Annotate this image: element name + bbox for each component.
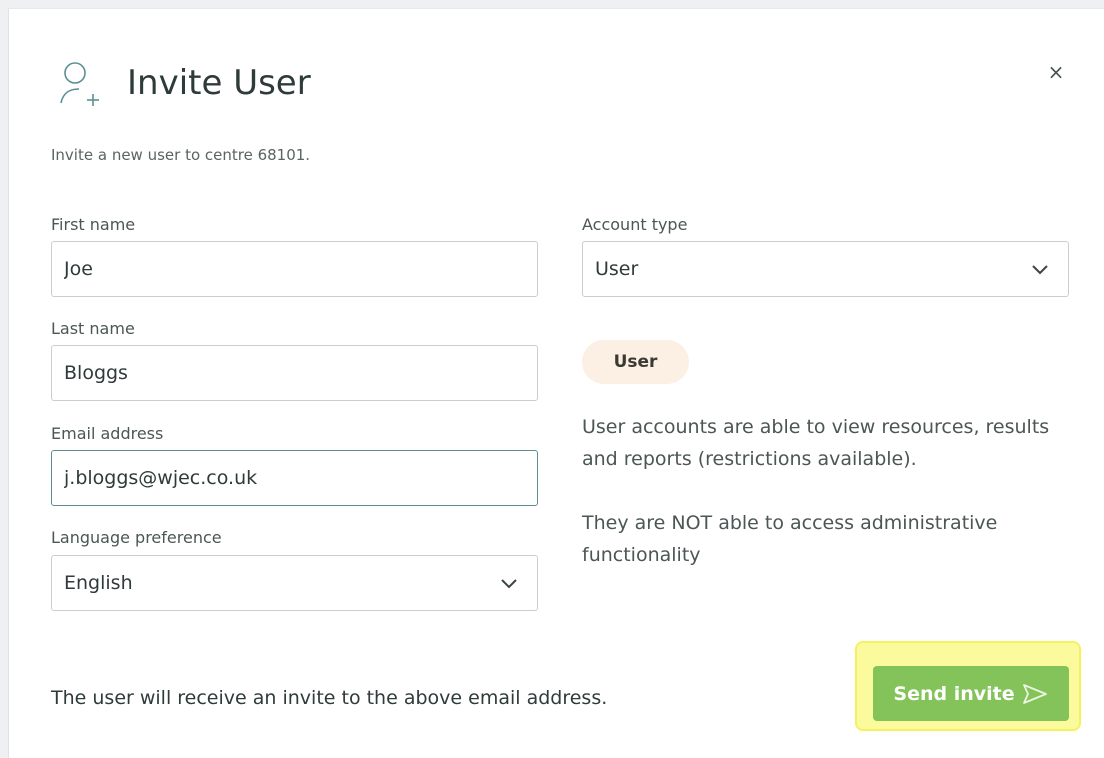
user-plus-icon bbox=[60, 62, 99, 106]
last-name-label: Last name bbox=[51, 319, 135, 338]
dialog-subtitle: Invite a new user to centre 68101. bbox=[51, 146, 311, 164]
send-invite-button[interactable]: Send invite bbox=[873, 666, 1069, 721]
send-icon bbox=[1022, 683, 1047, 704]
invite-note: The user will receive an invite to the a… bbox=[51, 687, 608, 709]
language-value: English bbox=[64, 572, 133, 594]
account-type-value: User bbox=[595, 258, 639, 280]
role-restriction-note: They are NOT able to access administrati… bbox=[582, 512, 998, 566]
send-invite-label: Send invite bbox=[893, 682, 1015, 705]
dialog-title: Invite User bbox=[127, 63, 311, 103]
language-label: Language preference bbox=[51, 528, 222, 547]
role-badge: User bbox=[582, 340, 689, 384]
close-button[interactable]: × bbox=[1045, 60, 1067, 84]
email-input[interactable] bbox=[51, 450, 538, 506]
role-description: User accounts are able to view resources… bbox=[582, 416, 1050, 470]
last-name-input[interactable] bbox=[51, 345, 538, 401]
account-type-select[interactable]: User bbox=[582, 241, 1069, 297]
language-select[interactable]: English bbox=[51, 555, 538, 611]
close-icon: × bbox=[1047, 60, 1065, 84]
first-name-label: First name bbox=[51, 215, 136, 234]
invite-user-dialog: × Invite User Invite a new user to centr… bbox=[8, 8, 1104, 758]
first-name-input[interactable] bbox=[51, 241, 538, 297]
chevron-down-icon bbox=[501, 579, 517, 589]
account-type-label: Account type bbox=[582, 215, 688, 234]
chevron-down-icon bbox=[1032, 265, 1048, 275]
email-label: Email address bbox=[51, 424, 164, 443]
